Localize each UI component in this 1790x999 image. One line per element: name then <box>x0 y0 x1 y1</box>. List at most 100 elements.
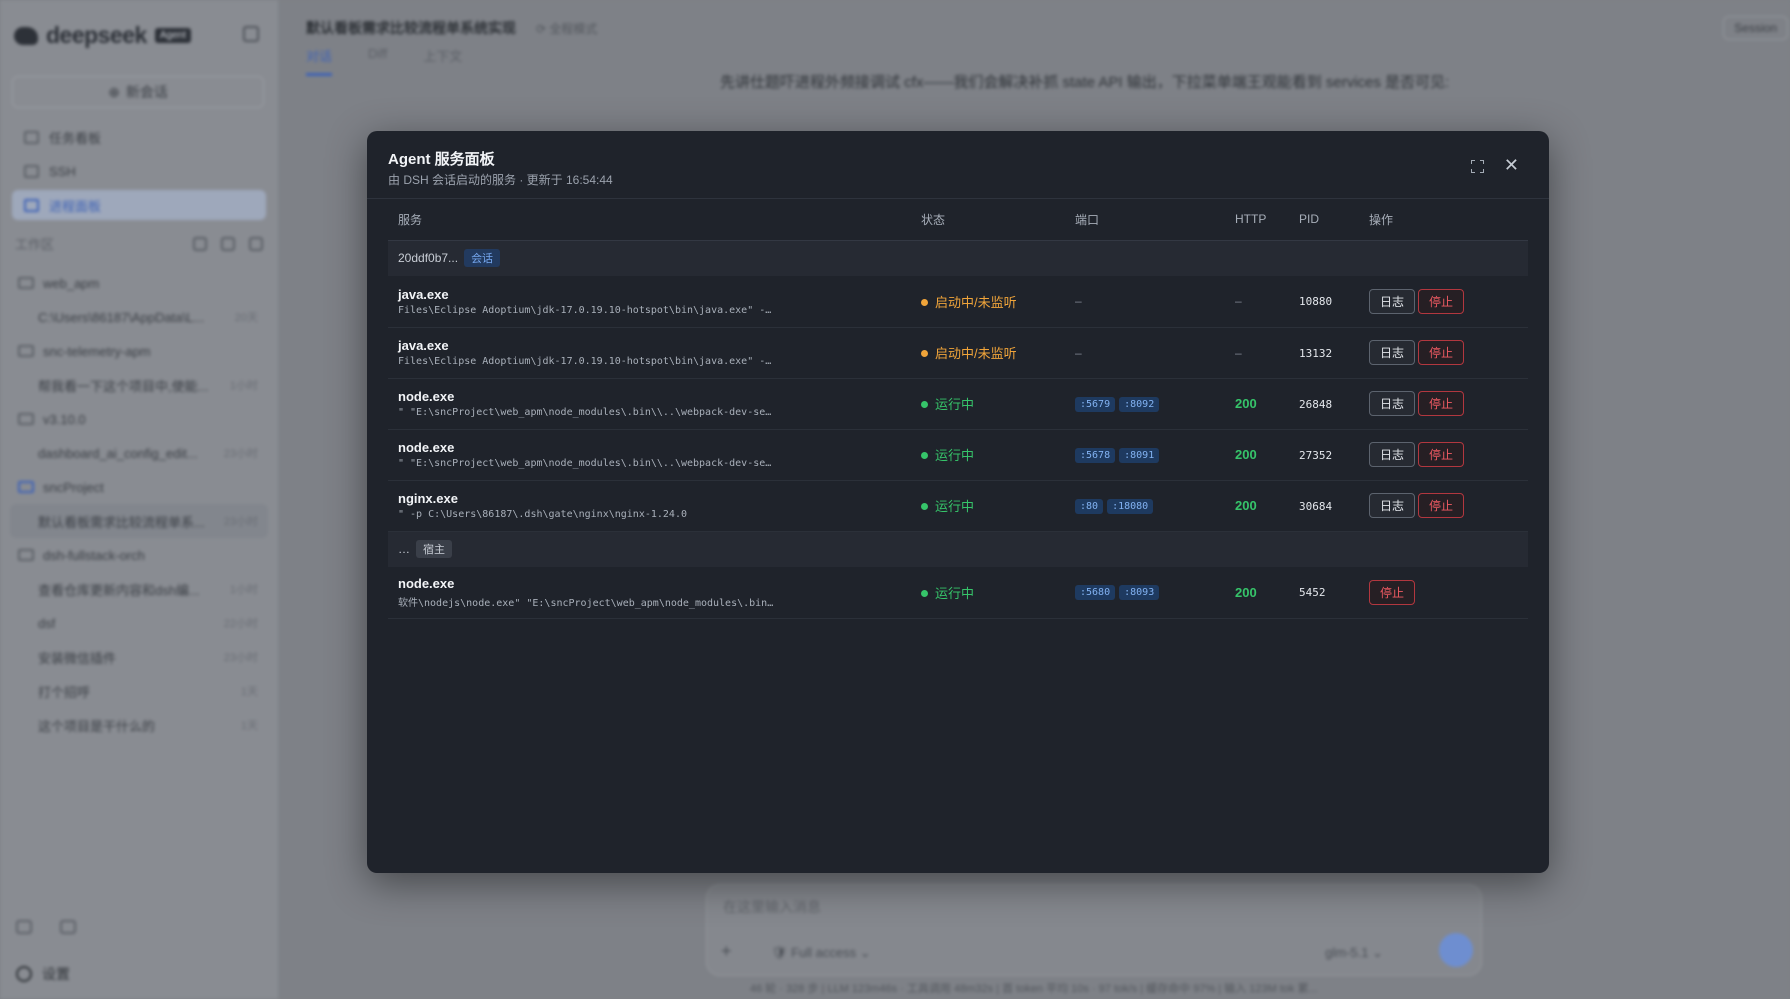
tree-folder[interactable]: sncProject <box>10 470 268 504</box>
status-cell: 运行中 <box>911 480 1065 532</box>
port-cell: :5678:8091 <box>1065 429 1225 481</box>
table-header-row: 服务 状态 端口 HTTP PID 操作 <box>388 199 1528 241</box>
close-icon[interactable]: ✕ <box>1504 155 1519 176</box>
tree-chat-item[interactable]: 帮我看一下这个项目中,使能... 1小时 <box>10 368 268 402</box>
table-row: node.exe " "E:\sncProject\web_apm\node_mo… <box>388 429 1528 481</box>
port-badge[interactable]: :80 <box>1075 498 1104 514</box>
log-button[interactable]: 日志 <box>1369 493 1416 518</box>
expand-icon[interactable] <box>1471 160 1484 173</box>
new-chat-label: 新会话 <box>125 84 168 100</box>
log-button[interactable]: 日志 <box>1369 288 1416 314</box>
sidebar-item-task-board[interactable]: 任务看板 <box>12 122 266 152</box>
tree-chat-item[interactable]: dsf 22小时 <box>10 606 268 640</box>
service-command: " "E:\sncProject\web_apm\node_modules\.b… <box>398 458 772 469</box>
gear-icon <box>16 966 32 982</box>
brand-badge: Agent <box>154 28 191 43</box>
chat-mode[interactable]: ⟳ 全程模式 <box>536 20 597 37</box>
attach-icon[interactable]: + <box>721 941 732 962</box>
tree-chat-item[interactable]: C:\Users\86187\AppData\L... 20天 <box>10 300 268 334</box>
pid-value: 26848 <box>1299 397 1333 411</box>
http-cell: 200 <box>1225 480 1289 532</box>
sidebar-toggle-icon[interactable] <box>243 26 259 42</box>
log-button[interactable]: 日志 <box>1369 340 1416 365</box>
http-cell: 200 <box>1225 429 1289 481</box>
new-chat-button[interactable]: ⊕ 新会话 <box>12 76 264 108</box>
port-badge[interactable]: :5678 <box>1075 447 1116 463</box>
terminal-icon <box>24 164 39 178</box>
tab-chat[interactable]: 对话 <box>306 46 333 76</box>
chat-tabs: 对话 Diff 上下文 <box>306 46 462 76</box>
tab-diff[interactable]: Diff <box>368 46 387 76</box>
status-cell: 运行中 <box>911 567 1065 619</box>
chat-item-title: 默认看板需求比较流程单系... <box>38 514 205 530</box>
port-badge[interactable]: :8091 <box>1119 447 1160 463</box>
stop-button[interactable]: 停止 <box>1418 391 1465 416</box>
http-cell: 200 <box>1225 378 1289 430</box>
log-button[interactable]: 日志 <box>1369 442 1416 467</box>
access-select[interactable]: 🛡 Full access ⌄ <box>771 945 871 961</box>
port-empty: – <box>1075 294 1082 309</box>
service-name: node.exe <box>398 389 455 404</box>
stop-button[interactable]: 停止 <box>1418 288 1465 314</box>
log-button[interactable]: 日志 <box>1369 391 1416 416</box>
stop-button[interactable]: 停止 <box>1369 579 1416 605</box>
model-select[interactable]: glm-5.1 ⌄ <box>1325 945 1383 961</box>
composer: 在这里输入消息 + 🛡 Full access ⌄ glm-5.1 ⌄ <box>706 884 1482 976</box>
tree-folder[interactable]: dsh-fullstack-orch <box>10 538 268 572</box>
tree-chat-item[interactable]: 默认看板需求比较流程单系... 23小时 <box>10 504 268 538</box>
tab-context[interactable]: 上下文 <box>423 46 462 76</box>
stop-button[interactable]: 停止 <box>1418 493 1465 518</box>
group-id: … <box>398 542 410 557</box>
tree-folder[interactable]: snc-telemetry-apm <box>10 334 268 368</box>
port-badge[interactable]: :8093 <box>1119 585 1160 601</box>
service-name: node.exe <box>398 440 455 455</box>
port-cell: :5680:8093 <box>1065 567 1225 619</box>
tree-chat-item[interactable]: 查看仓库更新内容和dsh编... 1小时 <box>10 572 268 606</box>
status-cell: 运行中 <box>911 429 1065 481</box>
chat-title: 默认看板需求比较流程单系统实现 <box>306 20 516 36</box>
port-cell: – <box>1065 276 1225 328</box>
send-button[interactable] <box>1439 933 1473 967</box>
stop-button[interactable]: 停止 <box>1418 442 1465 467</box>
pid-value: 10880 <box>1299 295 1333 309</box>
settings-button[interactable]: 设置 <box>16 964 70 984</box>
actions-cell: 日志 停止 <box>1359 276 1528 328</box>
search-icon[interactable] <box>193 236 207 251</box>
port-badge[interactable]: :8092 <box>1119 396 1160 412</box>
folder-label: snc-telemetry-apm <box>43 343 151 359</box>
folder-label: sncProject <box>43 479 104 495</box>
sidebar-item-ssh[interactable]: SSH <box>12 156 266 186</box>
chat-item-title: dashboard_ai_config_edit... <box>38 445 198 461</box>
status-text: 运行中 <box>935 499 975 514</box>
http-status: 200 <box>1235 396 1257 411</box>
chat-item-title: dsf <box>38 615 56 631</box>
board-icon <box>24 130 39 144</box>
status-cell: 启动中/未监听 <box>911 276 1065 328</box>
tree-folder[interactable]: web_apm <box>10 266 268 300</box>
download-icon[interactable] <box>16 920 32 934</box>
add-folder-icon[interactable] <box>221 236 235 251</box>
message-input[interactable]: 在这里输入消息 <box>723 897 821 917</box>
service-name: nginx.exe <box>398 491 458 506</box>
stop-button[interactable]: 停止 <box>1418 340 1465 365</box>
sidebar-item-process-panel[interactable]: 进程面板 <box>12 190 266 220</box>
tree-chat-item[interactable]: 安装微信插件 23小时 <box>10 640 268 674</box>
tree-chat-item[interactable]: 这个项目是干什么的 1天 <box>10 708 268 742</box>
tree-chat-item[interactable]: 打个招呼 1天 <box>10 674 268 708</box>
phone-icon[interactable] <box>60 920 76 934</box>
port-badge[interactable]: :18080 <box>1107 498 1154 514</box>
port-badge[interactable]: :5679 <box>1075 396 1116 412</box>
port-cell: :80:18080 <box>1065 480 1225 532</box>
refresh-icon[interactable] <box>249 236 263 251</box>
group-cell: 20ddf0b7... 会话 <box>388 240 1528 276</box>
chat-item-age: 23小时 <box>223 516 258 528</box>
session-button[interactable]: Session <box>1723 16 1788 40</box>
access-label: Full access <box>791 945 857 960</box>
tree-folder[interactable]: v3.10.0 <box>10 402 268 436</box>
port-badge[interactable]: :5680 <box>1075 585 1116 601</box>
service-command: " -p C:\Users\86187\.dsh\gate\nginx\ngin… <box>398 509 687 520</box>
tree-chat-item[interactable]: dashboard_ai_config_edit... 23小时 <box>10 436 268 470</box>
status-line: 46 轮 · 328 步 | LLM 123m46s · 工具调用 48m32s… <box>750 983 1318 995</box>
port-cell: – <box>1065 327 1225 379</box>
http-status: – <box>1235 294 1242 309</box>
